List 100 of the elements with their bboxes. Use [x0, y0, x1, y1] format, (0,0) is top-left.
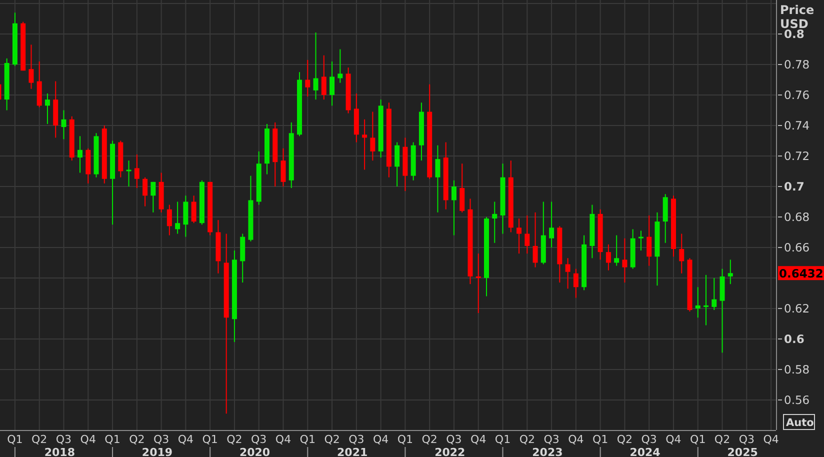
x-tick-label: Q2: [226, 433, 242, 446]
candlestick: [500, 163, 506, 234]
x-tick-label: Q1: [202, 433, 218, 446]
x-tick-label: Q1: [494, 433, 511, 446]
y-tick-label: 0.72: [778, 149, 810, 163]
candlestick: [183, 195, 188, 238]
candlestick: [150, 181, 156, 213]
x-tick-label: Q3: [348, 433, 364, 446]
x-tick-label: Q4: [470, 433, 486, 446]
candlestick: [590, 204, 595, 259]
y-tick-label: 0.7: [784, 179, 804, 194]
candlestick: [451, 180, 456, 236]
auto-button[interactable]: Auto: [783, 414, 815, 430]
candlestick: [614, 234, 620, 266]
candlestick: [94, 132, 99, 178]
candlestick: [662, 194, 668, 244]
candlestick: [86, 148, 91, 184]
x-tick-label: Q4: [666, 433, 682, 446]
x-tick-label: Q2: [32, 433, 48, 446]
year-label: 2024: [630, 446, 660, 457]
candlestick: [44, 92, 50, 124]
candlestick: [78, 136, 82, 174]
y-tick-label: 0.68: [784, 210, 810, 224]
candlestick: [671, 195, 676, 258]
year-label: 2025: [727, 446, 758, 457]
candlestick: [695, 286, 700, 318]
x-tick-label: Q1: [690, 433, 706, 446]
candlestick: [606, 244, 611, 271]
candlestick: [61, 110, 66, 140]
candlestick: [394, 142, 400, 187]
year-label: 2023: [532, 446, 563, 457]
x-tick-label: Q1: [104, 433, 120, 446]
candlestick: [704, 274, 708, 326]
candlestick: [313, 32, 318, 100]
candlestick: [4, 58, 10, 111]
candlestick: [158, 172, 164, 213]
candlestick: [126, 160, 132, 187]
y-tick-label: 0.6: [778, 332, 804, 346]
candlestick: [687, 258, 692, 312]
candlestick: [516, 218, 522, 254]
candlestick: [492, 201, 498, 244]
y-tick-label: 0.58: [784, 362, 810, 376]
y-tick-label: 0.58: [778, 362, 810, 376]
candlestick: [630, 228, 636, 270]
candlestick: [264, 123, 270, 175]
candlestick: [476, 253, 481, 314]
year-label: 2021: [337, 446, 368, 457]
candlestick: [199, 180, 204, 226]
x-tick-label: Q4: [178, 433, 194, 446]
candlestick: [288, 122, 294, 188]
candlestick: [728, 259, 733, 285]
candlestick: [175, 201, 180, 234]
x-tick-label: Q4: [372, 433, 389, 446]
candlestick: [460, 163, 465, 213]
y-tick-label: 0.76: [784, 88, 810, 102]
x-tick-label: Q2: [519, 433, 535, 446]
candlestick: [646, 214, 652, 266]
candlestick: [142, 176, 148, 207]
x-tick-label: Q3: [56, 433, 72, 446]
year-label: 2020: [239, 446, 270, 457]
y-tick-label: 0.74: [784, 118, 810, 132]
x-tick-label: Q3: [153, 433, 170, 446]
candlestick: [297, 72, 302, 137]
candlestick: [418, 102, 424, 162]
y-tick-label: 0.56: [778, 392, 810, 407]
candlestick: [565, 258, 570, 290]
candlestick: [248, 175, 254, 242]
candlestick: [53, 80, 58, 138]
candlestick: [549, 201, 554, 248]
candlestick: [240, 233, 246, 284]
x-tick-label: Q1: [300, 433, 316, 446]
x-tick-label: Q4: [80, 433, 96, 446]
candlestick: [370, 111, 376, 162]
x-tick-label: Q3: [641, 433, 657, 446]
axis-title: Price: [780, 3, 814, 17]
x-tick-label: Q4: [275, 433, 292, 446]
candlestick: [582, 234, 587, 291]
x-tick-label: Q2: [324, 433, 340, 446]
candlestick: [435, 144, 440, 213]
candlestick: [598, 208, 603, 260]
y-tick-label: 0.68: [778, 210, 810, 224]
x-tick-label: Q1: [592, 433, 608, 446]
candlestick: [378, 99, 384, 158]
candlestick: [622, 238, 628, 284]
candlestick: [28, 44, 34, 90]
x-tick-label: Q1: [397, 433, 414, 446]
candlestick: [20, 21, 26, 72]
candlestick: [69, 116, 74, 162]
y-tick-label: 0.78: [784, 58, 810, 72]
candlestick: [712, 277, 717, 310]
candlestick: [256, 150, 262, 206]
candlestick: [36, 60, 42, 108]
candlestick: [208, 181, 213, 236]
x-tick-label: Q3: [251, 433, 267, 446]
y-tick-label: 0.66: [784, 240, 810, 254]
candlestick: [540, 201, 546, 265]
x-tick-label: Q3: [544, 433, 560, 446]
last-price-tag: 0.6432: [778, 266, 824, 281]
candlestick: [280, 148, 286, 187]
x-tick-label: Q4: [568, 433, 584, 446]
